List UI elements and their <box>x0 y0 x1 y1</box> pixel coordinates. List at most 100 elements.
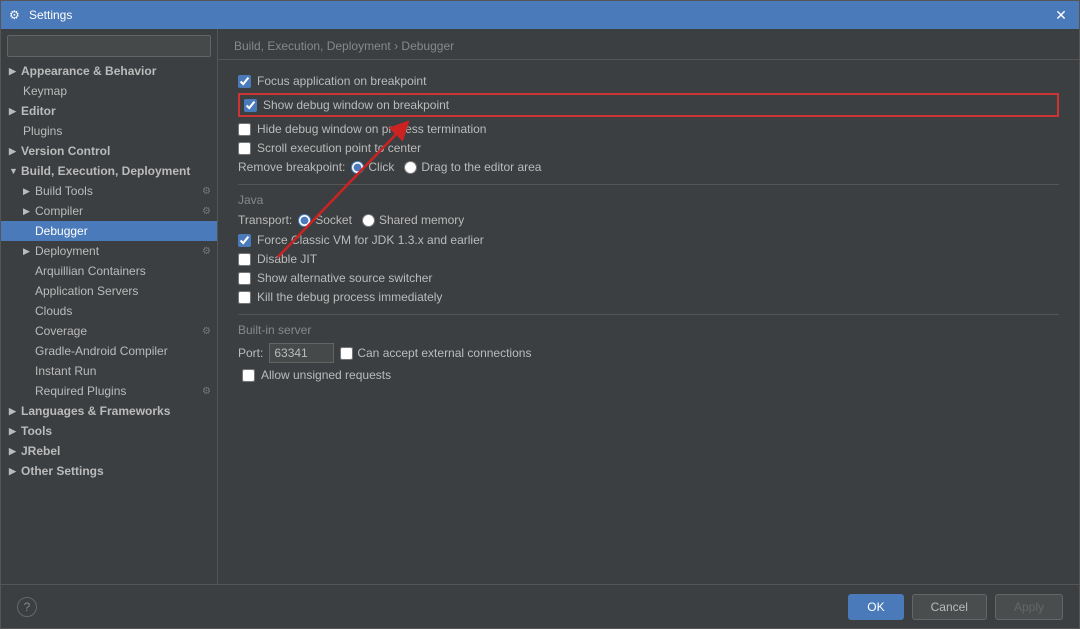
sidebar-item-clouds[interactable]: Clouds <box>1 301 217 321</box>
show-debug-window-checkbox[interactable] <box>244 99 257 112</box>
content-area: Build, Execution, Deployment › Debugger <box>218 29 1079 584</box>
force-classic-row: Force Classic VM for JDK 1.3.x and earli… <box>238 233 1059 247</box>
bottom-buttons: OK Cancel Apply <box>848 594 1063 620</box>
sidebar-label: Languages & Frameworks <box>21 404 170 418</box>
scroll-execution-checkbox[interactable] <box>238 142 251 155</box>
breadcrumb: Build, Execution, Deployment › Debugger <box>218 29 1079 60</box>
kill-debug-checkbox[interactable] <box>238 291 251 304</box>
force-classic-checkbox[interactable] <box>238 234 251 247</box>
gear-icon: ⚙ <box>202 326 211 337</box>
arrow-icon <box>9 446 19 457</box>
sidebar-label: Keymap <box>23 84 67 98</box>
disable-jit-checkbox[interactable] <box>238 253 251 266</box>
disable-jit-row: Disable JIT <box>238 252 1059 266</box>
socket-label[interactable]: Socket <box>315 213 352 227</box>
can-accept-checkbox[interactable] <box>340 347 353 360</box>
remove-breakpoint-row: Remove breakpoint: Click Drag to the edi… <box>238 160 1059 174</box>
sidebar-item-tools[interactable]: Tools <box>1 421 217 441</box>
hide-debug-window-row: Hide debug window on process termination <box>238 122 1059 136</box>
apply-button[interactable]: Apply <box>995 594 1063 620</box>
main-area: Appearance & Behavior Keymap Editor Plug… <box>1 29 1079 584</box>
kill-debug-label[interactable]: Kill the debug process immediately <box>257 290 442 304</box>
settings-icon: ⚙ <box>9 8 23 22</box>
sidebar-item-plugins[interactable]: Plugins <box>1 121 217 141</box>
click-radio[interactable] <box>351 161 364 174</box>
click-label[interactable]: Click <box>368 160 394 174</box>
window-title: Settings <box>29 8 1051 22</box>
sidebar-item-instant-run[interactable]: Instant Run <box>1 361 217 381</box>
sidebar-label: Appearance & Behavior <box>21 64 156 78</box>
allow-unsigned-label[interactable]: Allow unsigned requests <box>261 368 391 382</box>
sidebar-label: Plugins <box>23 124 62 138</box>
gear-icon: ⚙ <box>202 386 211 397</box>
focus-on-breakpoint-label[interactable]: Focus application on breakpoint <box>257 74 426 88</box>
arrow-icon <box>9 406 19 417</box>
allow-unsigned-checkbox[interactable] <box>242 369 255 382</box>
sidebar-label: Tools <box>21 424 52 438</box>
sidebar-item-keymap[interactable]: Keymap <box>1 81 217 101</box>
sidebar-item-app-servers[interactable]: Application Servers <box>1 281 217 301</box>
sidebar-item-gradle-android[interactable]: Gradle-Android Compiler <box>1 341 217 361</box>
sidebar-label: Editor <box>21 104 56 118</box>
show-alt-source-checkbox[interactable] <box>238 272 251 285</box>
shared-memory-label[interactable]: Shared memory <box>379 213 464 227</box>
sidebar-label: Gradle-Android Compiler <box>35 344 168 358</box>
help-button[interactable]: ? <box>17 597 37 617</box>
sidebar-item-jrebel[interactable]: JRebel <box>1 441 217 461</box>
sidebar-item-coverage[interactable]: Coverage ⚙ <box>1 321 217 341</box>
allow-unsigned-row: Allow unsigned requests <box>242 368 1059 382</box>
scroll-execution-label[interactable]: Scroll execution point to center <box>257 141 421 155</box>
sidebar-label: Other Settings <box>21 464 104 478</box>
transport-label: Transport: <box>238 213 292 227</box>
sidebar-label: Build, Execution, Deployment <box>21 164 190 178</box>
sidebar-label: Instant Run <box>35 364 96 378</box>
drag-label[interactable]: Drag to the editor area <box>421 160 541 174</box>
java-section-label: Java <box>238 184 1059 207</box>
sidebar-item-debugger[interactable]: Debugger <box>1 221 217 241</box>
drag-radio[interactable] <box>404 161 417 174</box>
sidebar-item-appearance[interactable]: Appearance & Behavior <box>1 61 217 81</box>
gear-icon: ⚙ <box>202 186 211 197</box>
hide-debug-window-label[interactable]: Hide debug window on process termination <box>257 122 486 136</box>
sidebar-label: Deployment <box>35 244 99 258</box>
sidebar-item-editor[interactable]: Editor <box>1 101 217 121</box>
can-accept-label[interactable]: Can accept external connections <box>357 346 531 360</box>
force-classic-label[interactable]: Force Classic VM for JDK 1.3.x and earli… <box>257 233 484 247</box>
sidebar-item-other-settings[interactable]: Other Settings <box>1 461 217 481</box>
sidebar-item-build-execution[interactable]: Build, Execution, Deployment <box>1 161 217 181</box>
show-alt-source-label[interactable]: Show alternative source switcher <box>257 271 432 285</box>
port-row: Port: Can accept external connections <box>238 343 1059 363</box>
close-button[interactable]: ✕ <box>1051 7 1071 24</box>
ok-button[interactable]: OK <box>848 594 903 620</box>
kill-debug-row: Kill the debug process immediately <box>238 290 1059 304</box>
sidebar-item-languages[interactable]: Languages & Frameworks <box>1 401 217 421</box>
arrow-icon <box>23 246 33 257</box>
search-input[interactable] <box>7 35 211 57</box>
disable-jit-label[interactable]: Disable JIT <box>257 252 317 266</box>
shared-memory-radio[interactable] <box>362 214 375 227</box>
sidebar-item-arquillian[interactable]: Arquillian Containers <box>1 261 217 281</box>
sidebar-item-compiler[interactable]: Compiler ⚙ <box>1 201 217 221</box>
scroll-execution-row: Scroll execution point to center <box>238 141 1059 155</box>
sidebar-label: Build Tools <box>35 184 93 198</box>
sidebar-label: Clouds <box>35 304 72 318</box>
transport-row: Transport: Socket Shared memory <box>238 213 1059 227</box>
hide-debug-window-checkbox[interactable] <box>238 123 251 136</box>
port-label: Port: <box>238 346 263 360</box>
arrow-icon <box>9 106 19 117</box>
show-debug-window-label[interactable]: Show debug window on breakpoint <box>263 98 449 112</box>
socket-radio[interactable] <box>298 214 311 227</box>
arrow-icon <box>23 186 33 197</box>
sidebar-item-deployment[interactable]: Deployment ⚙ <box>1 241 217 261</box>
arrow-icon <box>23 206 33 217</box>
sidebar-label: Debugger <box>35 224 88 238</box>
gear-icon: ⚙ <box>202 246 211 257</box>
port-input[interactable] <box>269 343 334 363</box>
sidebar-item-required-plugins[interactable]: Required Plugins ⚙ <box>1 381 217 401</box>
gear-icon: ⚙ <box>202 206 211 217</box>
focus-on-breakpoint-checkbox[interactable] <box>238 75 251 88</box>
builtin-server-label: Built-in server <box>238 314 1059 337</box>
sidebar-item-build-tools[interactable]: Build Tools ⚙ <box>1 181 217 201</box>
cancel-button[interactable]: Cancel <box>912 594 987 620</box>
sidebar-item-version-control[interactable]: Version Control <box>1 141 217 161</box>
